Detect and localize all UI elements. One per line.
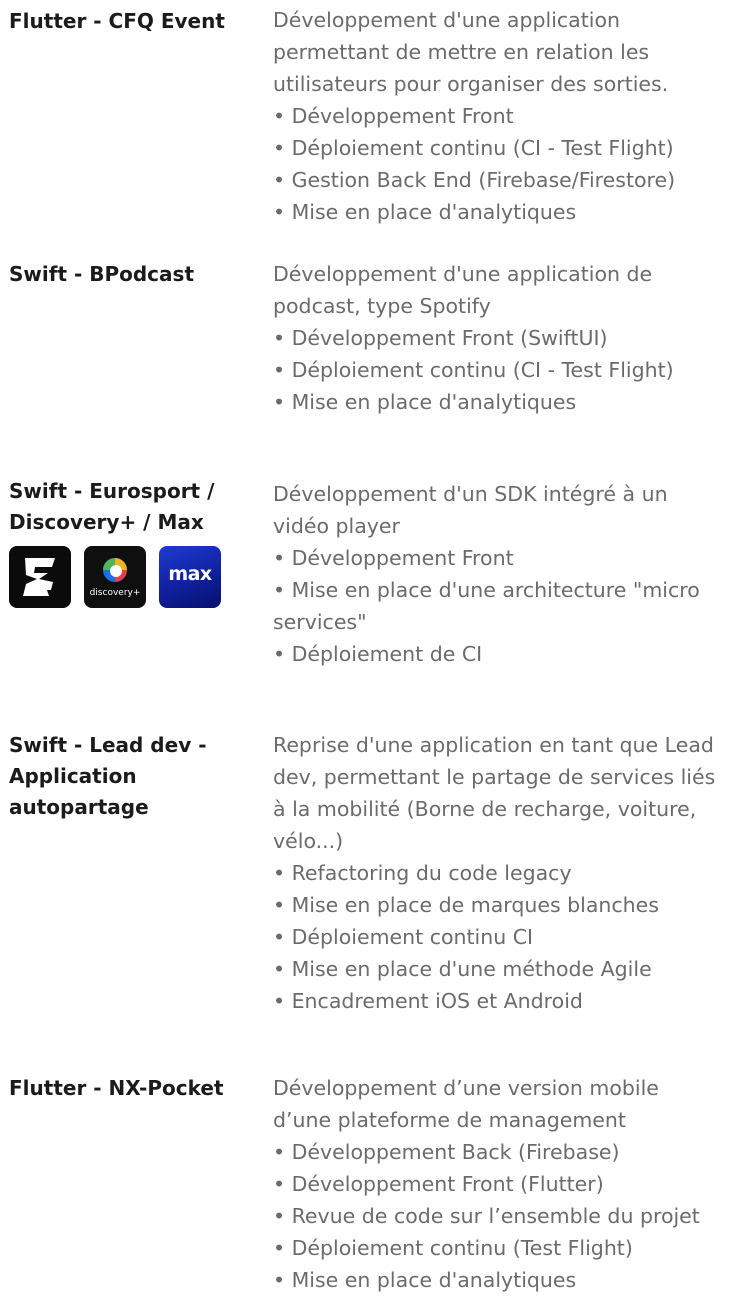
desc-line: • Mise en place de marques blanches: [273, 893, 659, 917]
project-description: Développement d'une application de podca…: [273, 258, 730, 418]
desc-line: • Mise en place d'analytiques: [273, 390, 577, 414]
desc-line: vidéo player: [273, 514, 400, 538]
project-title: Swift - Eurosport / Discovery+ / Max: [9, 476, 254, 538]
discovery-plus-label: discovery+: [89, 588, 141, 598]
desc-line: • Refactoring du code legacy: [273, 861, 572, 885]
desc-line: • Mise en place d'analytiques: [273, 1268, 577, 1292]
desc-line: Reprise d'une application en tant que Le…: [273, 733, 714, 757]
desc-line: Développement d'une application: [273, 8, 620, 32]
project-title-line: Discovery+ / Max: [9, 510, 204, 534]
desc-line: Développement d'une application de: [273, 262, 653, 286]
desc-line: d’une plateforme de management: [273, 1108, 626, 1132]
desc-line: podcast, type Spotify: [273, 294, 491, 318]
project-title-line: Flutter - CFQ Event: [9, 9, 225, 33]
desc-line: permettant de mettre en relation les: [273, 40, 650, 64]
desc-line: à la mobilité (Borne de recharge, voitur…: [273, 797, 697, 821]
project-title-line: Swift - Lead dev -: [9, 733, 207, 757]
desc-line: • Déploiement de CI: [273, 642, 483, 666]
project-cfq-event: Flutter - CFQ Event Développement d'une …: [0, 0, 730, 240]
max-label: max: [168, 563, 212, 585]
desc-line: • Gestion Back End (Firebase/Firestore): [273, 168, 676, 192]
project-description: Reprise d'une application en tant que Le…: [273, 729, 730, 1017]
project-title-line: Swift - Eurosport /: [9, 479, 215, 503]
desc-line: • Développement Back (Firebase): [273, 1140, 620, 1164]
project-autopartage: Swift - Lead dev - Application autoparta…: [0, 729, 730, 1029]
desc-line: Développement d’une version mobile: [273, 1076, 659, 1100]
desc-line: services": [273, 610, 367, 634]
project-eurosport-discovery-max: Swift - Eurosport / Discovery+ / Max dis…: [0, 476, 730, 676]
desc-line: • Développement Front: [273, 546, 514, 570]
desc-line: dev, permettant le partage de services l…: [273, 765, 716, 789]
discovery-plus-logo-icon: discovery+: [84, 546, 146, 608]
desc-line: • Déploiement continu (Test Flight): [273, 1236, 633, 1260]
project-title: Flutter - CFQ Event: [9, 6, 254, 37]
project-title-line: Application: [9, 764, 137, 788]
client-logos: discovery+ max: [9, 546, 221, 608]
desc-line: • Développement Front: [273, 104, 514, 128]
desc-line: • Développement Front (SwiftUI): [273, 326, 608, 350]
desc-line: utilisateurs pour organiser des sorties.: [273, 72, 669, 96]
eurosport-logo-icon: [9, 546, 71, 608]
desc-line: • Mise en place d'analytiques: [273, 200, 577, 224]
project-title-line: autopartage: [9, 795, 149, 819]
desc-line: • Mise en place d'une méthode Agile: [273, 957, 652, 981]
desc-line: • Revue de code sur l’ensemble du projet: [273, 1204, 700, 1228]
desc-line: • Encadrement iOS et Android: [273, 989, 583, 1013]
project-title: Swift - BPodcast: [9, 259, 254, 290]
desc-line: • Déploiement continu (CI - Test Flight): [273, 358, 674, 382]
desc-line: • Développement Front (Flutter): [273, 1172, 604, 1196]
project-title: Flutter - NX-Pocket: [9, 1073, 254, 1104]
desc-line: Développement d'un SDK intégré à un: [273, 482, 668, 506]
project-description: Développement d’une version mobile d’une…: [273, 1072, 730, 1296]
desc-line: vélo...): [273, 829, 344, 853]
project-nx-pocket: Flutter - NX-Pocket Développement d’une …: [0, 1067, 730, 1292]
project-description: Développement d'une application permetta…: [273, 4, 730, 228]
project-title-line: Flutter - NX-Pocket: [9, 1076, 224, 1100]
project-title: Swift - Lead dev - Application autoparta…: [9, 730, 254, 823]
desc-line: • Déploiement continu (CI - Test Flight): [273, 136, 674, 160]
desc-line: • Déploiement continu CI: [273, 925, 534, 949]
project-description: Développement d'un SDK intégré à un vidé…: [273, 478, 730, 670]
max-logo-icon: max: [159, 546, 221, 608]
project-bpodcast: Swift - BPodcast Développement d'une app…: [0, 258, 730, 428]
project-title-line: Swift - BPodcast: [9, 262, 194, 286]
desc-line: • Mise en place d'une architecture "micr…: [273, 578, 700, 602]
